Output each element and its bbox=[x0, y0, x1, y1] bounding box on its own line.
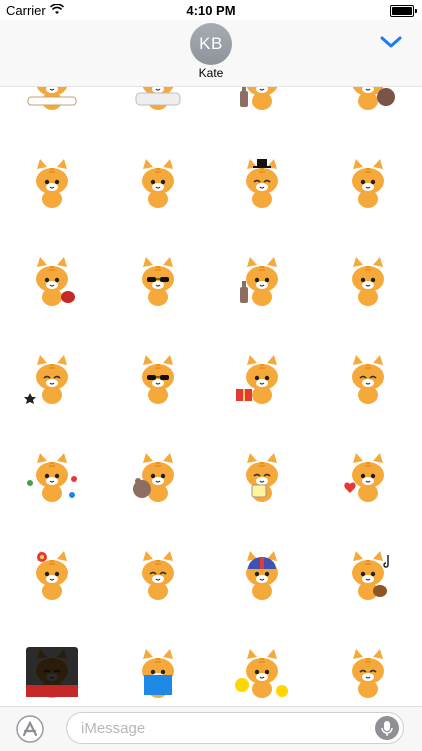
sticker-sad[interactable] bbox=[338, 645, 398, 705]
sticker-sleepy-head[interactable] bbox=[338, 253, 398, 313]
sticker-cool-suit[interactable] bbox=[128, 351, 188, 411]
tea-cat-icon bbox=[234, 449, 290, 510]
status-bar: Carrier 4:10 PM bbox=[0, 0, 422, 20]
flower-cat-icon bbox=[24, 547, 80, 608]
barrel-cat-icon bbox=[340, 87, 396, 118]
contact-name[interactable]: Kate bbox=[0, 66, 422, 80]
sticker-hat-1[interactable] bbox=[232, 155, 292, 215]
sticker-sunglasses-car[interactable] bbox=[128, 253, 188, 313]
cat-icon bbox=[340, 253, 396, 314]
star-cat-icon bbox=[24, 351, 80, 412]
sticker-flower[interactable] bbox=[22, 547, 82, 607]
chevron-down-icon[interactable] bbox=[380, 34, 402, 50]
sticker-theater[interactable] bbox=[22, 645, 82, 705]
bottle-cat-icon bbox=[234, 87, 290, 118]
cat-icon bbox=[340, 351, 396, 412]
heart-cat-icon bbox=[340, 449, 396, 510]
sticker-confetti[interactable] bbox=[22, 449, 82, 509]
cat-icon bbox=[130, 155, 186, 216]
bottle-cat-icon bbox=[234, 253, 290, 314]
sticker-tea[interactable] bbox=[232, 449, 292, 509]
sticker-heart[interactable] bbox=[338, 449, 398, 509]
sticker-emoji[interactable] bbox=[232, 645, 292, 705]
teddy-cat-icon bbox=[130, 449, 186, 510]
sticker-helmet[interactable] bbox=[232, 547, 292, 607]
message-input[interactable]: iMessage bbox=[66, 712, 404, 744]
clock: 4:10 PM bbox=[186, 3, 236, 18]
battery-icon bbox=[390, 5, 417, 17]
sticker-tears[interactable] bbox=[128, 547, 188, 607]
microphone-icon[interactable] bbox=[375, 716, 399, 740]
sticker-bath[interactable] bbox=[128, 87, 188, 117]
helmet-cat-icon bbox=[234, 547, 290, 608]
guitar-cat-icon bbox=[24, 253, 80, 314]
sticker-sick-1[interactable] bbox=[128, 155, 188, 215]
app-store-icon[interactable] bbox=[16, 715, 44, 743]
bath-cat-icon bbox=[130, 87, 186, 118]
sticker-grid bbox=[0, 87, 422, 705]
cat-icon bbox=[130, 547, 186, 608]
book-cat-icon bbox=[130, 645, 186, 706]
sticker-bottle[interactable] bbox=[232, 87, 292, 117]
sticker-barrel[interactable] bbox=[338, 87, 398, 117]
sunglasses-cat-icon bbox=[130, 253, 186, 314]
cat-icon bbox=[340, 645, 396, 706]
gift-cat-icon bbox=[234, 351, 290, 412]
sticker-guitar-1[interactable] bbox=[22, 253, 82, 313]
cat-icon bbox=[24, 155, 80, 216]
sticker-music[interactable] bbox=[338, 547, 398, 607]
conversation-header: KB Kate bbox=[0, 20, 422, 87]
avatar[interactable]: KB bbox=[190, 23, 232, 65]
top-hat-cat-icon bbox=[234, 155, 290, 216]
message-placeholder: iMessage bbox=[81, 720, 146, 737]
music-cat-icon bbox=[340, 547, 396, 608]
sticker-angry-1[interactable] bbox=[22, 155, 82, 215]
sticker-purple-scarf[interactable] bbox=[338, 351, 398, 411]
cat-icon bbox=[340, 155, 396, 216]
sticker-book[interactable] bbox=[128, 645, 188, 705]
sticker-talk-1[interactable] bbox=[338, 155, 398, 215]
message-bar: iMessage bbox=[0, 706, 422, 751]
sticker-sleeping-1[interactable] bbox=[22, 87, 82, 117]
party-cat-icon bbox=[24, 449, 80, 510]
sunglasses-cat-icon bbox=[130, 351, 186, 412]
sticker-gift[interactable] bbox=[232, 351, 292, 411]
theater-cat-icon bbox=[24, 645, 80, 706]
sleeping-cat-icon bbox=[24, 87, 80, 118]
sticker-star[interactable] bbox=[22, 351, 82, 411]
sticker-teddy[interactable] bbox=[128, 449, 188, 509]
emoji-cat-icon bbox=[234, 645, 290, 706]
sticker-bottle-cat[interactable] bbox=[232, 253, 292, 313]
